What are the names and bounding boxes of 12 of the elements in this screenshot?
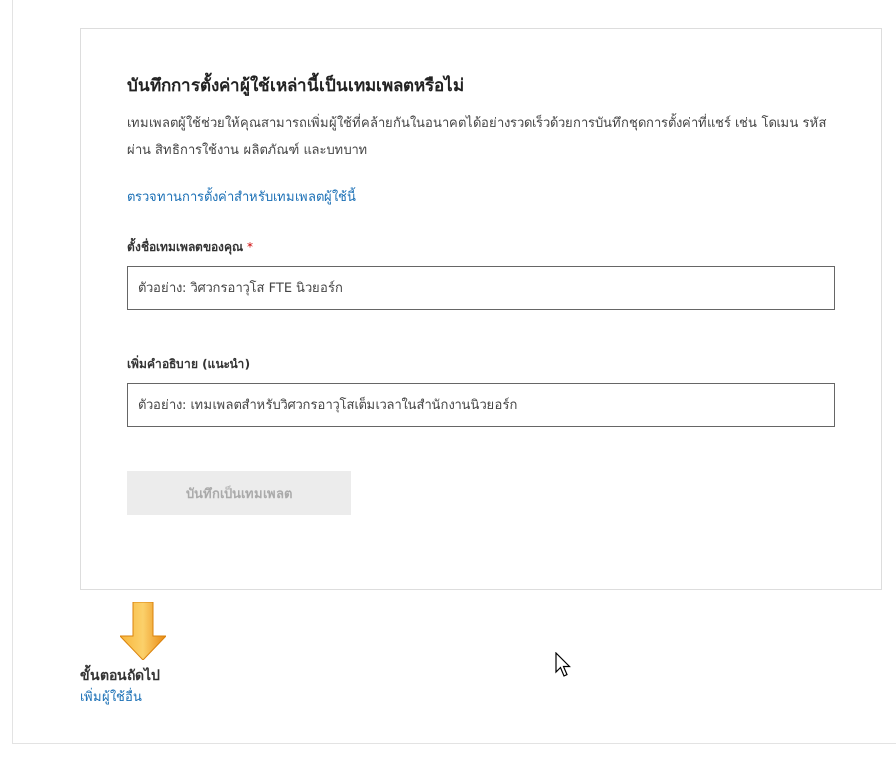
field-label: เพิ่มคำอธิบาย (แนะนำ) (127, 354, 250, 373)
mouse-pointer-icon (555, 652, 571, 678)
add-user-link[interactable]: เพิ่มผู้ใช้อื่น (80, 686, 142, 707)
dialog-title: บันทึกการตั้งค่าผู้ใช้เหล่านี้เป็นเทมเพลตหรือไม่ (127, 71, 464, 98)
field-label: ตั้งชื่อเทมเพลตของคุณ (127, 237, 243, 256)
down-arrow-icon (120, 602, 166, 660)
input-field[interactable]: ตัวอย่าง: เทมเพลตสำหรับวิศวกรอาวุโสเต็มเวลาในสำนักงานนิวยอร์ก (127, 383, 835, 427)
review-settings-link[interactable]: ตรวจทานการตั้งค่าสำหรับเทมเพลตผู้ใช้นี้ (127, 186, 356, 207)
next-steps-heading: ขั้นตอนถัดไป (80, 664, 160, 686)
required-mark: * (247, 240, 253, 254)
input-field[interactable]: ตัวอย่าง: วิศวกรอาวุโส FTE นิวยอร์ก (127, 266, 835, 310)
description-text: เทมเพลตผู้ใช้ช่วยให้คุณสามารถเพิ่มผู้ใช้ที่คล้ายกันในอนาคตได้อย่างรวดเร็วด้วยการบันทึกชุดการตั้งค่าที่แชร์ เช่น โดเมน รหัสผ่าน สิทธิการใช้งาน ผลิตภัณฑ์ และบทบาท (127, 110, 837, 164)
